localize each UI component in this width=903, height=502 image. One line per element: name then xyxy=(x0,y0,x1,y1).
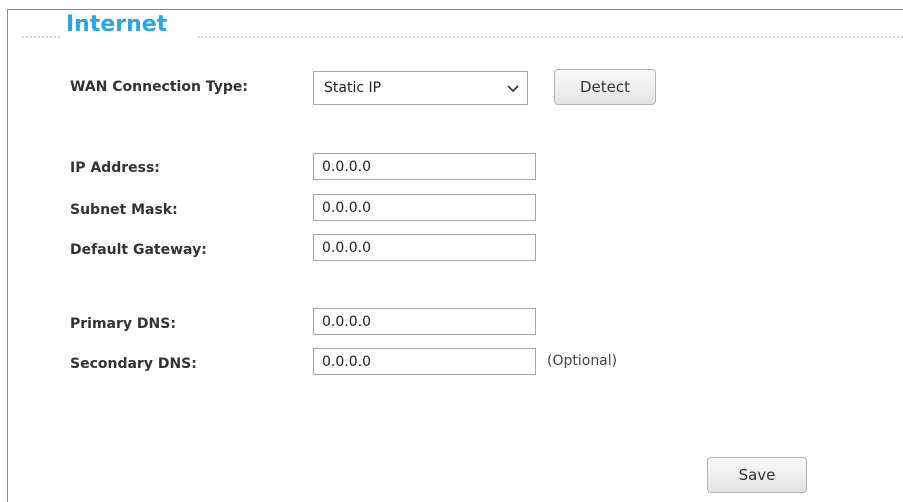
secondary-dns-field[interactable] xyxy=(313,348,536,375)
default-gateway-label: Default Gateway: xyxy=(70,242,207,258)
wan-connection-type-value: Static IP xyxy=(324,80,382,96)
detect-button[interactable]: Detect xyxy=(554,69,656,105)
primary-dns-label: Primary DNS: xyxy=(70,316,176,332)
secondary-dns-label: Secondary DNS: xyxy=(70,356,197,372)
section-title: Internet xyxy=(66,12,168,37)
ip-address-field[interactable] xyxy=(313,153,536,180)
primary-dns-field[interactable] xyxy=(313,308,536,335)
default-gateway-field[interactable] xyxy=(313,234,536,261)
wan-connection-type-label: WAN Connection Type: xyxy=(70,79,248,95)
ip-address-label: IP Address: xyxy=(70,160,160,176)
subnet-mask-field[interactable] xyxy=(313,194,536,221)
wan-connection-type-select[interactable]: Static IP xyxy=(313,71,528,105)
chevron-down-icon xyxy=(507,85,519,93)
optional-note: (Optional) xyxy=(547,353,618,369)
save-button[interactable]: Save xyxy=(707,457,807,493)
section-divider-right xyxy=(198,36,903,38)
section-divider-left xyxy=(22,36,60,38)
subnet-mask-label: Subnet Mask: xyxy=(70,202,178,218)
